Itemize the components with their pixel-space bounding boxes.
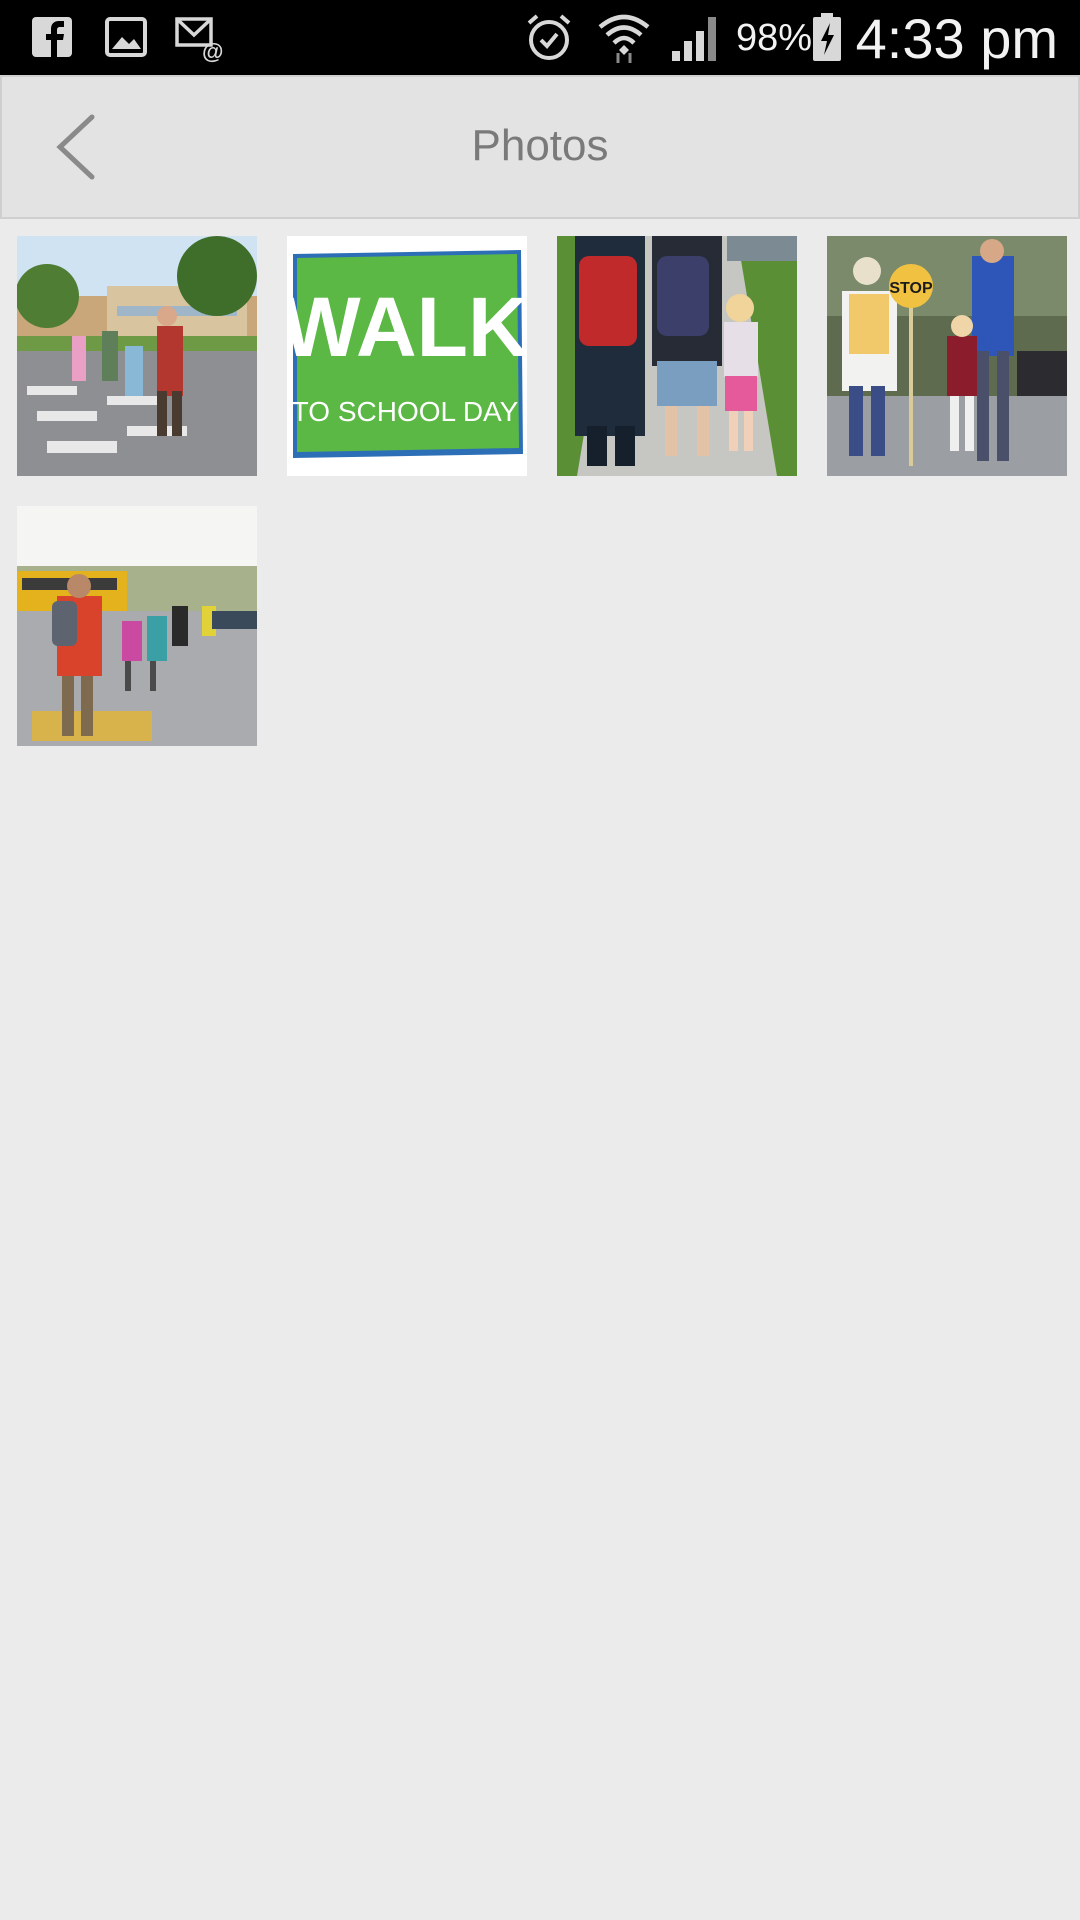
alarm-icon [527,14,571,60]
email-icon: @ [175,17,223,63]
battery-percent: 98% [736,17,813,59]
gallery-icon [105,17,147,57]
signal-icon [672,17,716,61]
app-header: Photos [0,75,1080,219]
logo-subtitle-text: TO SCHOOL DAY [292,396,519,427]
walk-to-school-logo: WALK TO SCHOOL DAY [287,236,527,476]
photo-crossing-guard[interactable]: STOP [827,236,1067,476]
svg-text:@: @ [202,39,223,63]
logo-walk-text: WALK [287,280,527,374]
photo-kids-school-bus[interactable] [17,506,257,746]
status-bar: @ 98% 4:33 pm [0,0,1080,75]
photo-kids-backpacks-sidewalk[interactable] [557,236,797,476]
stop-sign-text: STOP [889,280,933,297]
photo-image [557,236,797,476]
wifi-icon [598,14,650,63]
page-title: Photos [471,121,609,170]
photo-kids-crosswalk[interactable] [17,236,257,476]
photo-image [17,506,257,746]
photo-image [17,236,257,476]
battery-charging-icon [813,13,841,61]
status-clock: 4:33 pm [855,7,1058,70]
photo-image: STOP [827,236,1067,476]
photo-walk-to-school-day[interactable]: WALK TO SCHOOL DAY [287,236,527,476]
facebook-icon [32,17,72,57]
